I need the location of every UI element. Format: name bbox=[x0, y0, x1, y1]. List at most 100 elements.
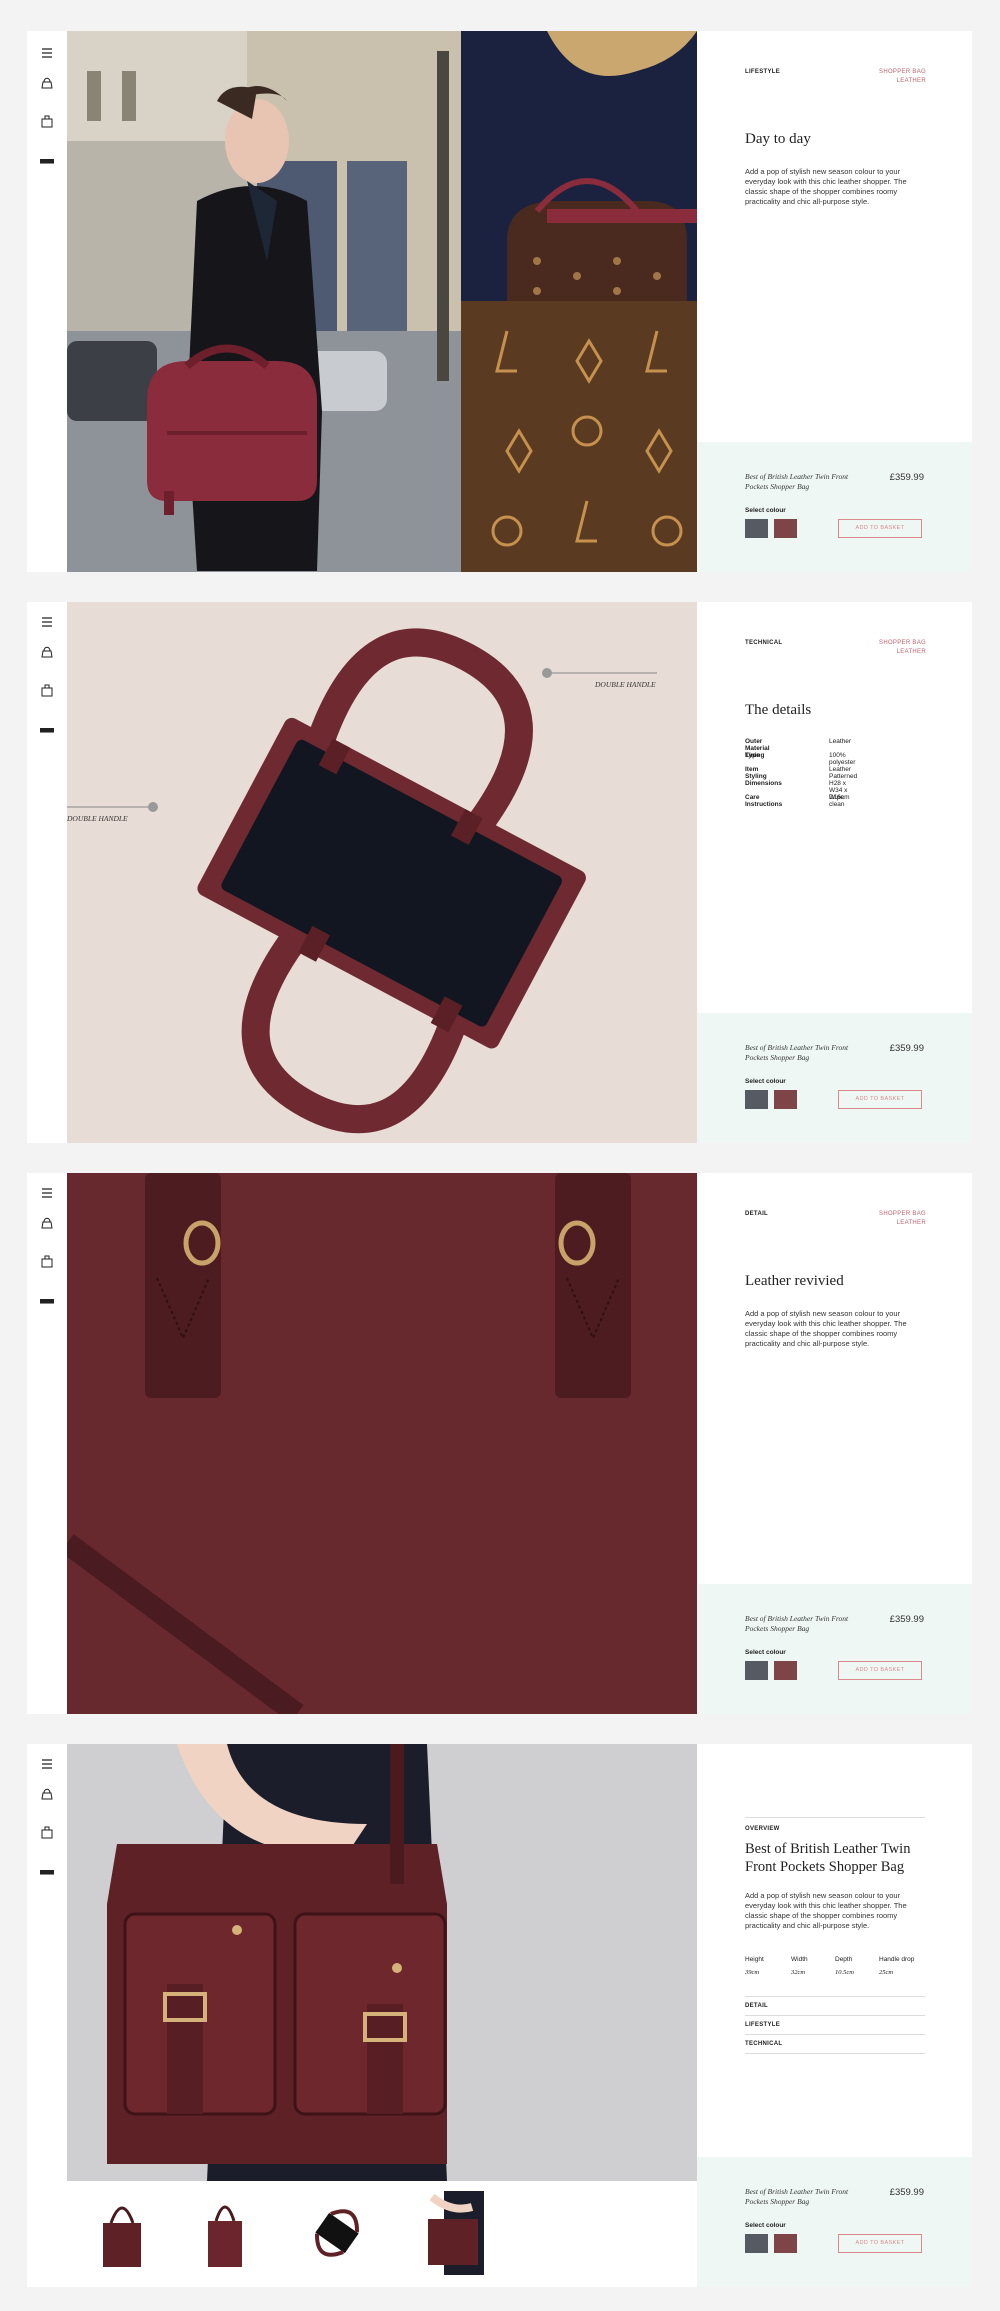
select-colour-label: Select colour bbox=[745, 2222, 786, 2229]
section-tags: SHOPPER BAG LEATHER bbox=[879, 68, 926, 86]
measure-value: 39cm bbox=[745, 1969, 760, 1976]
spec-value: Leather bbox=[829, 738, 852, 745]
bag-shopper-icon[interactable] bbox=[39, 682, 55, 698]
spec-value: Wipe clean bbox=[829, 794, 845, 808]
icon-rail bbox=[27, 31, 67, 572]
colour-swatch-burgundy[interactable] bbox=[774, 519, 797, 538]
icon-rail bbox=[27, 1744, 67, 2287]
card-icon[interactable] bbox=[39, 722, 55, 738]
section-description: Add a pop of stylish new season colour t… bbox=[745, 1891, 907, 1930]
add-to-basket-button[interactable]: ADD TO BASKET bbox=[838, 519, 922, 538]
tag-link[interactable]: LEATHER bbox=[879, 648, 926, 657]
menu-icon[interactable] bbox=[39, 614, 55, 630]
tag-link[interactable]: SHOPPER BAG bbox=[879, 1210, 926, 1219]
spec-key: Item Styling bbox=[745, 766, 767, 780]
divider bbox=[745, 1817, 925, 1818]
overview-image bbox=[67, 1744, 697, 2181]
product-card-detail: DETAIL SHOPPER BAG LEATHER Leather reviv… bbox=[27, 1173, 972, 1714]
spec-key: Lining bbox=[745, 752, 765, 759]
detail-image bbox=[67, 1173, 697, 1714]
measure-value: 32cm bbox=[791, 1969, 806, 1976]
thumbnail-front[interactable] bbox=[97, 2193, 147, 2273]
section-title: Leather revivied bbox=[745, 1273, 844, 1289]
technical-image: DOUBLE HANDLE DOUBLE HANDLE bbox=[67, 602, 697, 1143]
measure-header: Handle drop bbox=[879, 1956, 915, 1963]
measure-header: Height bbox=[745, 1956, 764, 1963]
bag-on-shoulder-illustration bbox=[67, 1744, 697, 2181]
colour-swatch-grey[interactable] bbox=[745, 2234, 768, 2253]
section-category: DETAIL bbox=[745, 1211, 769, 1217]
card-icon[interactable] bbox=[39, 153, 55, 169]
icon-rail bbox=[27, 602, 67, 1143]
section-category: OVERVIEW bbox=[745, 1826, 780, 1832]
thumbnail-top-view[interactable] bbox=[307, 2193, 367, 2273]
measurements-header-row: Height Width Depth Handle drop bbox=[745, 1956, 925, 1969]
thumbnail-worn[interactable] bbox=[422, 2191, 492, 2275]
section-category: LIFESTYLE bbox=[745, 69, 781, 75]
icon-rail bbox=[27, 1173, 67, 1714]
tag-link[interactable]: SHOPPER BAG bbox=[879, 68, 926, 77]
callout-double-handle: DOUBLE HANDLE bbox=[67, 814, 128, 823]
colour-swatch-grey[interactable] bbox=[745, 1090, 768, 1109]
purchase-panel: Best of British Leather Twin Front Pocke… bbox=[697, 1013, 972, 1143]
purchase-panel: Best of British Leather Twin Front Pocke… bbox=[697, 2157, 972, 2287]
add-to-basket-button[interactable]: ADD TO BASKET bbox=[838, 1661, 922, 1680]
product-name: Best of British Leather Twin Front Pocke… bbox=[745, 472, 849, 491]
colour-swatch-grey[interactable] bbox=[745, 519, 768, 538]
menu-icon[interactable] bbox=[39, 45, 55, 61]
purchase-panel: Best of British Leather Twin Front Pocke… bbox=[697, 442, 972, 572]
lifestyle-photo-collage bbox=[67, 31, 697, 572]
callout-double-handle: DOUBLE HANDLE bbox=[595, 680, 656, 689]
product-name: Best of British Leather Twin Front Pocke… bbox=[745, 2187, 849, 2206]
link-lifestyle[interactable]: LIFESTYLE bbox=[745, 2016, 925, 2035]
menu-icon[interactable] bbox=[39, 1185, 55, 1201]
thumbnail-strip bbox=[67, 2181, 697, 2287]
link-technical[interactable]: TECHNICAL bbox=[745, 2035, 925, 2054]
measure-header: Width bbox=[791, 1956, 808, 1963]
product-card-technical: DOUBLE HANDLE DOUBLE HANDLE TECHNICAL SH… bbox=[27, 602, 972, 1143]
product-name: Best of British Leather Twin Front Pocke… bbox=[745, 1614, 849, 1633]
section-tags: SHOPPER BAG LEATHER bbox=[879, 1210, 926, 1228]
lifestyle-images bbox=[67, 31, 697, 572]
measurements-table: Height Width Depth Handle drop 39cm 32cm… bbox=[745, 1956, 925, 1982]
colour-swatch-grey[interactable] bbox=[745, 1661, 768, 1680]
section-title: Best of British Leather Twin Front Pocke… bbox=[745, 1841, 911, 1875]
purchase-panel: Best of British Leather Twin Front Pocke… bbox=[697, 1584, 972, 1714]
add-to-basket-button[interactable]: ADD TO BASKET bbox=[838, 2234, 922, 2253]
tag-link[interactable]: LEATHER bbox=[879, 77, 926, 86]
product-card-lifestyle: LIFESTYLE SHOPPER BAG LEATHER Day to day… bbox=[27, 31, 972, 572]
product-price: £359.99 bbox=[889, 472, 924, 483]
colour-swatch-burgundy[interactable] bbox=[774, 2234, 797, 2253]
tag-link[interactable]: LEATHER bbox=[879, 1219, 926, 1228]
section-links: DETAIL LIFESTYLE TECHNICAL bbox=[745, 1996, 925, 2054]
bag-shopper-icon[interactable] bbox=[39, 1824, 55, 1840]
select-colour-label: Select colour bbox=[745, 1649, 786, 1656]
bag-top-icon[interactable] bbox=[39, 1214, 55, 1230]
section-category: TECHNICAL bbox=[745, 640, 783, 646]
bag-shopper-icon[interactable] bbox=[39, 113, 55, 129]
measure-header: Depth bbox=[835, 1956, 853, 1963]
tag-link[interactable]: SHOPPER BAG bbox=[879, 639, 926, 648]
section-description: Add a pop of stylish new season colour t… bbox=[745, 1309, 907, 1348]
menu-icon[interactable] bbox=[39, 1756, 55, 1772]
bag-top-icon[interactable] bbox=[39, 74, 55, 90]
bag-top-icon[interactable] bbox=[39, 1785, 55, 1801]
card-icon[interactable] bbox=[39, 1864, 55, 1880]
add-to-basket-button[interactable]: ADD TO BASKET bbox=[838, 1090, 922, 1109]
product-price: £359.99 bbox=[889, 1043, 924, 1054]
section-tags: SHOPPER BAG LEATHER bbox=[879, 639, 926, 657]
spec-value: Leather Patterned bbox=[829, 766, 858, 780]
spec-key: Dimensions bbox=[745, 780, 782, 787]
product-card-overview: OVERVIEW Best of British Leather Twin Fr… bbox=[27, 1744, 972, 2287]
bag-shopper-icon[interactable] bbox=[39, 1253, 55, 1269]
card-icon[interactable] bbox=[39, 1293, 55, 1309]
section-title: The details bbox=[745, 702, 812, 718]
product-name: Best of British Leather Twin Front Pocke… bbox=[745, 1043, 849, 1062]
bag-top-icon[interactable] bbox=[39, 643, 55, 659]
link-detail[interactable]: DETAIL bbox=[745, 1996, 925, 2016]
colour-swatch-burgundy[interactable] bbox=[774, 1661, 797, 1680]
section-title: Day to day bbox=[745, 131, 811, 147]
thumbnail-back[interactable] bbox=[200, 2193, 250, 2273]
select-colour-label: Select colour bbox=[745, 507, 786, 514]
colour-swatch-burgundy[interactable] bbox=[774, 1090, 797, 1109]
